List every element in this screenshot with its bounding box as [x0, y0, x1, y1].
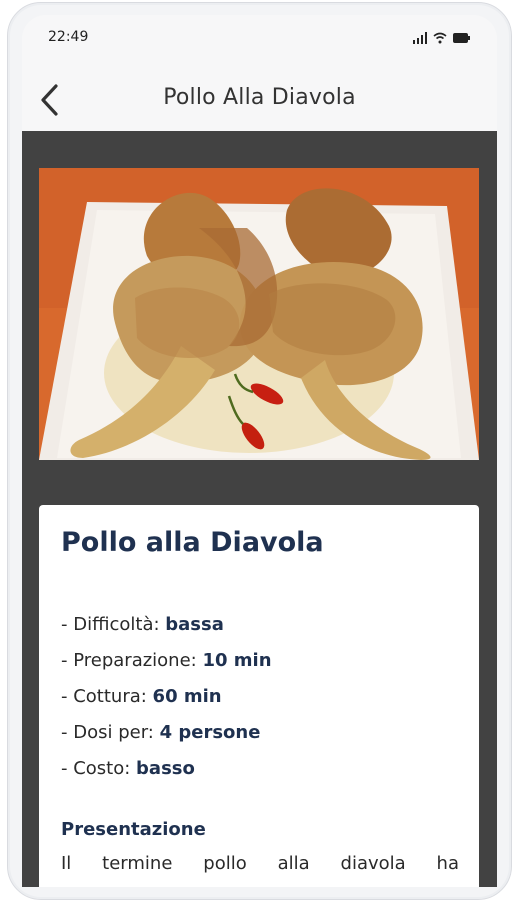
signal-icon [413, 29, 427, 48]
wifi-icon [433, 29, 447, 48]
info-servings: - Dosi per: 4 persone [61, 715, 272, 751]
info-label: - Cottura: [61, 686, 153, 707]
status-icons [413, 29, 471, 48]
app-bar: Pollo Alla Diavola [22, 69, 497, 131]
phone-screen: 22:49 Pollo Alla Diavola Pollo alla Diav… [22, 15, 497, 887]
info-cost: - Costo: basso [61, 751, 272, 787]
info-value: bassa [165, 614, 224, 635]
recipe-image [39, 168, 479, 460]
info-value: basso [136, 758, 195, 779]
recipe-content[interactable]: Pollo alla Diavola - Difficoltà: bassa -… [22, 131, 497, 887]
battery-icon [453, 29, 471, 48]
presentation-heading: Presentazione [61, 819, 206, 840]
status-time: 22:49 [48, 29, 89, 45]
info-label: - Dosi per: [61, 722, 160, 743]
info-difficulty: - Difficoltà: bassa [61, 607, 272, 643]
info-label: - Costo: [61, 758, 137, 779]
recipe-title: Pollo alla Diavola [61, 527, 324, 558]
info-cooking: - Cottura: 60 min [61, 679, 272, 715]
info-value: 4 persone [159, 722, 261, 743]
recipe-info-list: - Difficoltà: bassa - Preparazione: 10 m… [61, 607, 272, 787]
page-title: Pollo Alla Diavola [163, 85, 356, 110]
recipe-card: Pollo alla Diavola - Difficoltà: bassa -… [39, 505, 479, 887]
info-preparation: - Preparazione: 10 min [61, 643, 272, 679]
phone-frame: 22:49 Pollo Alla Diavola Pollo alla Diav… [7, 2, 512, 900]
info-value: 60 min [152, 686, 222, 707]
info-label: - Difficoltà: [61, 614, 166, 635]
presentation-text: Il termine pollo alla diavola ha [61, 853, 459, 874]
info-value: 10 min [202, 650, 272, 671]
info-label: - Preparazione: [61, 650, 203, 671]
status-bar: 22:49 [22, 15, 497, 57]
